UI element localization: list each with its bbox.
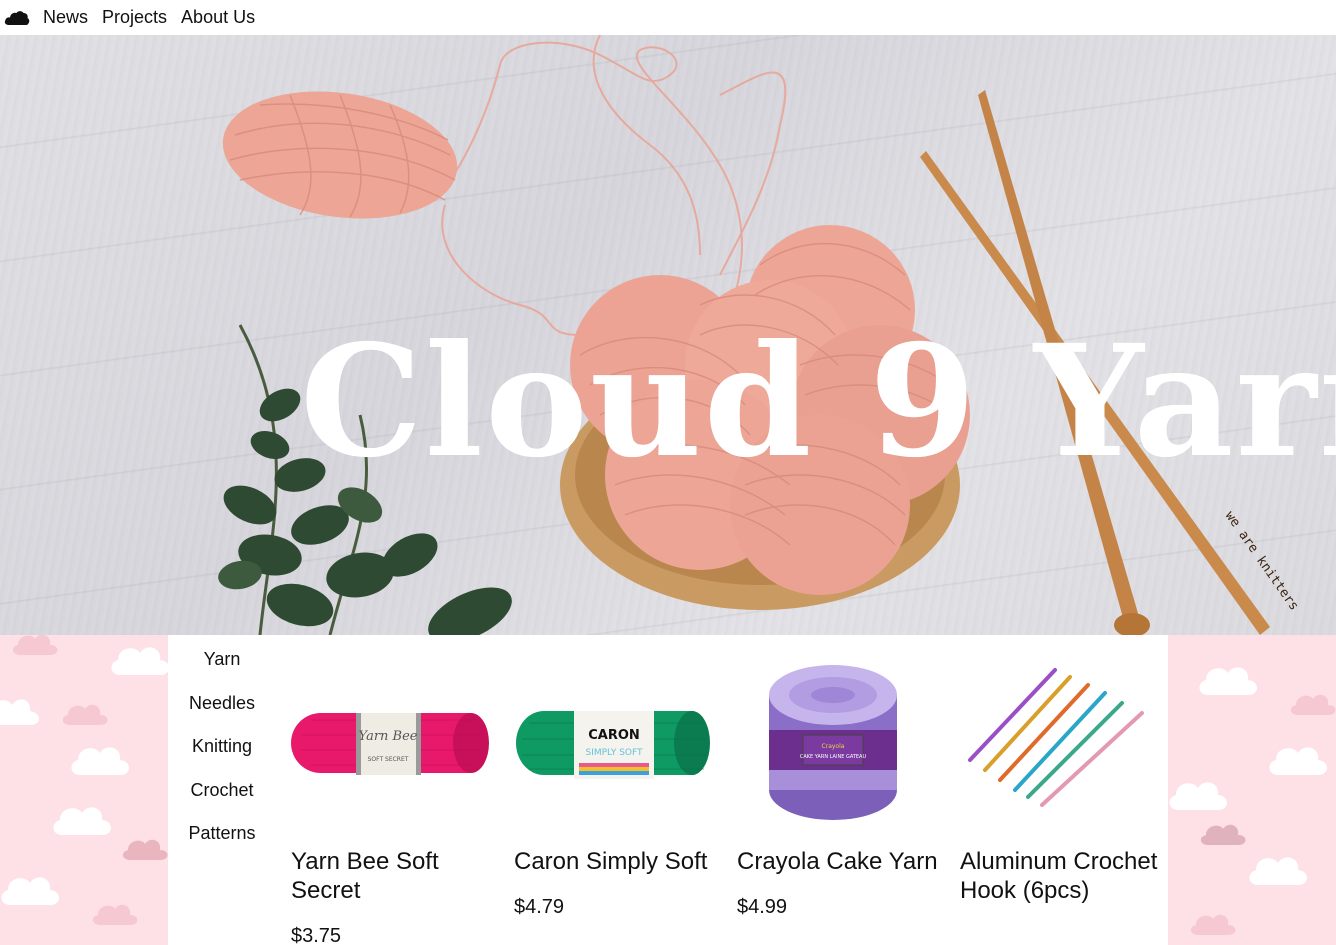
- sidebar-item-patterns[interactable]: Patterns: [168, 809, 276, 853]
- hero-title: Cloud 9 Yarn: [300, 311, 1336, 492]
- product-name[interactable]: Caron Simply Soft: [514, 847, 724, 876]
- category-sidebar: Yarn Needles Knitting Crochet Patterns: [168, 635, 276, 853]
- hero-banner: we are knitters Cloud 9 Yarn: [0, 35, 1336, 635]
- svg-text:CAKE YARN LAINE GATEAU: CAKE YARN LAINE GATEAU: [800, 754, 867, 760]
- product-image-yarn-bee[interactable]: Yarn Bee SOFT SECRET: [291, 635, 501, 835]
- sidebar-item-crochet[interactable]: Crochet: [168, 766, 276, 810]
- svg-text:CARON: CARON: [588, 728, 640, 743]
- product-price: $3.75: [291, 925, 342, 945]
- svg-text:SIMPLY SOFT: SIMPLY SOFT: [585, 748, 643, 758]
- cloud-pattern-right: [1168, 635, 1336, 945]
- cloud-pattern-left: [0, 635, 168, 945]
- product-card[interactable]: CARON SIMPLY SOFT Caron Simply Soft $4.7…: [514, 635, 724, 918]
- product-image-crayola[interactable]: Crayola CAKE YARN LAINE GATEAU: [737, 635, 947, 835]
- product-price: $4.79: [514, 896, 565, 918]
- sidebar-item-yarn[interactable]: Yarn: [168, 635, 276, 679]
- product-card[interactable]: Yarn Bee SOFT SECRET Yarn Bee Soft Secre…: [291, 635, 501, 945]
- svg-text:Crayola: Crayola: [822, 743, 845, 750]
- product-image-caron[interactable]: CARON SIMPLY SOFT: [514, 635, 724, 835]
- product-name[interactable]: Yarn Bee Soft Secret: [291, 847, 501, 905]
- svg-text:SOFT SECRET: SOFT SECRET: [368, 756, 409, 763]
- product-card[interactable]: Aluminum Crochet Hook (6pcs): [960, 635, 1170, 904]
- product-name[interactable]: Crayola Cake Yarn: [737, 847, 947, 876]
- product-image-crochet-hooks[interactable]: [960, 635, 1170, 835]
- nav-link-projects[interactable]: Projects: [102, 0, 167, 35]
- nav-link-news[interactable]: News: [43, 0, 88, 35]
- sidebar-item-knitting[interactable]: Knitting: [168, 722, 276, 766]
- cloud-icon[interactable]: [4, 8, 32, 28]
- product-card[interactable]: Crayola CAKE YARN LAINE GATEAU Crayola C…: [737, 635, 947, 918]
- content-area: Yarn Needles Knitting Crochet Patterns Y…: [0, 635, 1336, 945]
- top-nav: News Projects About Us: [0, 0, 1336, 35]
- sidebar-item-needles[interactable]: Needles: [168, 679, 276, 723]
- product-name[interactable]: Aluminum Crochet Hook (6pcs): [960, 847, 1170, 905]
- nav-link-about-us[interactable]: About Us: [181, 0, 255, 35]
- main-content: Yarn Needles Knitting Crochet Patterns Y…: [168, 635, 1168, 945]
- product-price: $4.99: [737, 896, 788, 918]
- svg-text:Yarn Bee: Yarn Bee: [359, 729, 418, 744]
